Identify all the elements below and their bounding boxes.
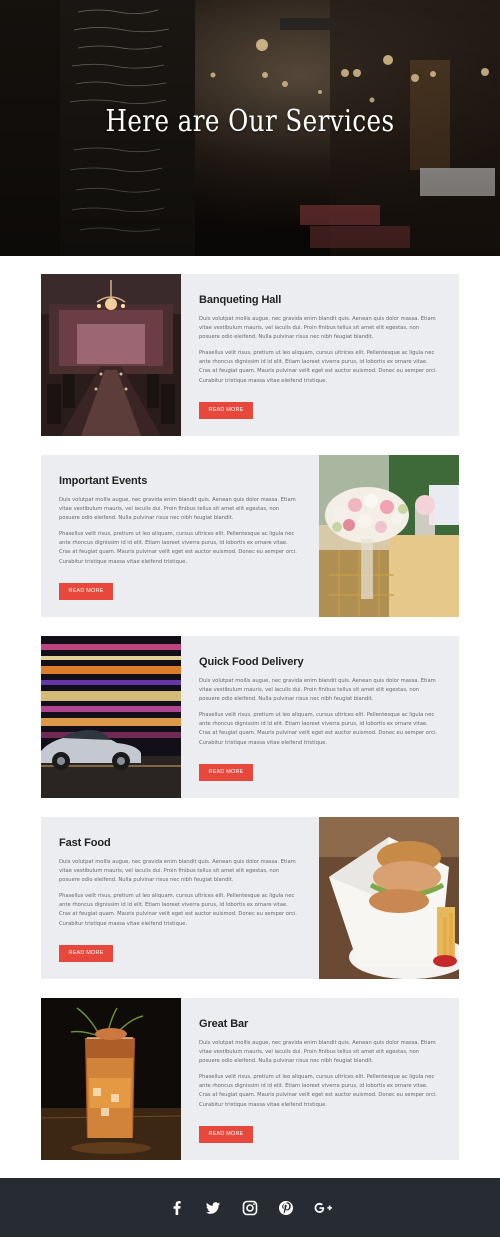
banquet-hall-photo	[41, 274, 181, 436]
service-description-1: Duis volutpat mollis augue, nec gravida …	[59, 859, 296, 884]
read-more-button[interactable]: READ MORE	[199, 1126, 253, 1143]
service-description-1: Duis volutpat mollis augue, nec gravida …	[59, 497, 296, 522]
cocktail-glass-photo	[41, 998, 181, 1160]
service-text: Quick Food Delivery Duis volutpat mollis…	[199, 636, 439, 798]
read-more-button[interactable]: READ MORE	[59, 945, 113, 962]
service-description-2: Phasellus velit risus, pretium ut leo al…	[199, 1074, 437, 1108]
service-description-1: Duis volutpat mollis augue, nec gravida …	[199, 316, 436, 341]
burger-wrap-photo	[319, 817, 459, 979]
twitter-icon[interactable]	[203, 1198, 223, 1218]
read-more-button[interactable]: READ MORE	[199, 402, 253, 419]
service-description-2: Phasellus velit risus, pretium ut leo al…	[199, 350, 437, 384]
service-card-important-events: Important Events Duis volutpat mollis au…	[41, 455, 459, 617]
pinterest-icon[interactable]	[276, 1198, 296, 1218]
speeding-car-photo	[41, 636, 181, 798]
service-card-banqueting-hall: Banqueting Hall Duis volutpat mollis aug…	[41, 274, 459, 436]
facebook-icon[interactable]	[167, 1198, 187, 1218]
page-title: Here are Our Services	[105, 104, 395, 139]
read-more-button[interactable]: READ MORE	[59, 583, 113, 600]
service-text: Fast Food Duis volutpat mollis augue, ne…	[59, 817, 299, 979]
service-card-quick-food-delivery: Quick Food Delivery Duis volutpat mollis…	[41, 636, 459, 798]
flower-bouquet-photo	[319, 455, 459, 617]
service-description-2: Phasellus velit risus, pretium ut leo al…	[59, 531, 297, 565]
service-card-great-bar: Great Bar Duis volutpat mollis augue, ne…	[41, 998, 459, 1160]
service-description-1: Duis volutpat mollis augue, nec gravida …	[199, 678, 436, 703]
service-text: Banqueting Hall Duis volutpat mollis aug…	[199, 274, 439, 436]
service-title: Fast Food	[59, 837, 111, 849]
footer	[0, 1178, 500, 1237]
instagram-icon[interactable]	[240, 1198, 260, 1218]
service-text: Important Events Duis volutpat mollis au…	[59, 455, 299, 617]
service-title: Great Bar	[199, 1018, 249, 1030]
services-list: Banqueting Hall Duis volutpat mollis aug…	[0, 256, 500, 1178]
hero-banner: Here are Our Services	[0, 0, 500, 256]
service-title: Important Events	[59, 475, 148, 487]
service-description-2: Phasellus velit risus, pretium ut leo al…	[59, 893, 297, 927]
service-title: Banqueting Hall	[199, 294, 282, 306]
service-title: Quick Food Delivery	[199, 656, 304, 668]
service-description-1: Duis volutpat mollis augue, nec gravida …	[199, 1040, 436, 1065]
service-description-2: Phasellus velit risus, pretium ut leo al…	[199, 712, 437, 746]
service-card-fast-food: Fast Food Duis volutpat mollis augue, ne…	[41, 817, 459, 979]
read-more-button[interactable]: READ MORE	[199, 764, 253, 781]
service-text: Great Bar Duis volutpat mollis augue, ne…	[199, 998, 439, 1160]
google-plus-icon[interactable]	[312, 1198, 334, 1218]
